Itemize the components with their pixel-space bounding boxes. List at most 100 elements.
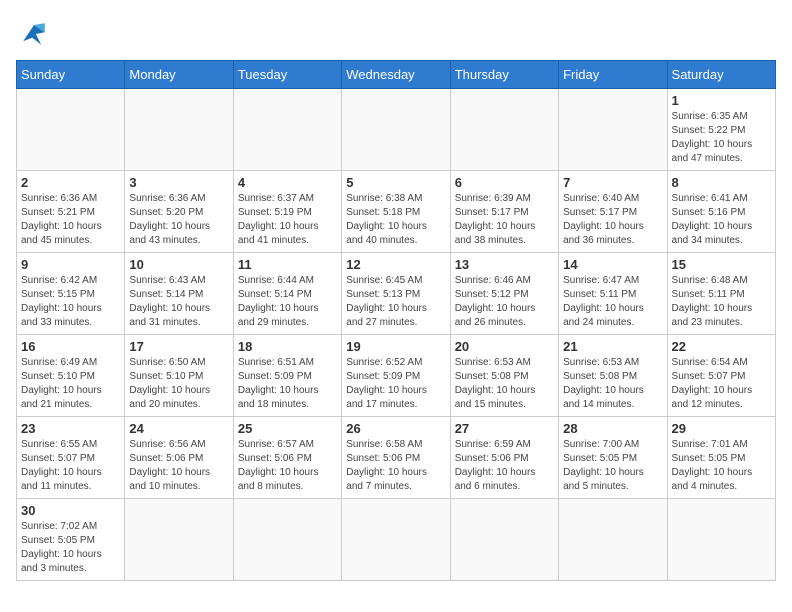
day-info: Sunrise: 6:42 AM Sunset: 5:15 PM Dayligh… bbox=[21, 274, 120, 330]
calendar-cell: 9 Sunrise: 6:42 AM Sunset: 5:15 PM Daylig… bbox=[17, 253, 125, 335]
calendar-week-row: 30 Sunrise: 7:02 AM Sunset: 5:05 PM Dayli… bbox=[17, 499, 776, 581]
calendar-cell: 14 Sunrise: 6:47 AM Sunset: 5:11 PM Dayli… bbox=[559, 253, 667, 335]
day-info: Sunrise: 6:49 AM Sunset: 5:10 PM Dayligh… bbox=[21, 356, 120, 412]
day-number: 24 bbox=[129, 421, 228, 436]
day-info: Sunrise: 7:01 AM Sunset: 5:05 PM Dayligh… bbox=[672, 438, 771, 494]
day-info: Sunrise: 6:54 AM Sunset: 5:07 PM Dayligh… bbox=[672, 356, 771, 412]
day-info: Sunrise: 6:51 AM Sunset: 5:09 PM Dayligh… bbox=[238, 356, 337, 412]
day-info: Sunrise: 6:36 AM Sunset: 5:21 PM Dayligh… bbox=[21, 192, 120, 248]
day-info: Sunrise: 6:50 AM Sunset: 5:10 PM Dayligh… bbox=[129, 356, 228, 412]
day-number: 5 bbox=[346, 175, 445, 190]
day-number: 30 bbox=[21, 503, 120, 518]
calendar-cell bbox=[125, 499, 233, 581]
day-number: 19 bbox=[346, 339, 445, 354]
calendar-cell: 7 Sunrise: 6:40 AM Sunset: 5:17 PM Daylig… bbox=[559, 171, 667, 253]
day-number: 29 bbox=[672, 421, 771, 436]
calendar-cell bbox=[125, 89, 233, 171]
day-info: Sunrise: 6:48 AM Sunset: 5:11 PM Dayligh… bbox=[672, 274, 771, 330]
weekday-header: Saturday bbox=[667, 61, 775, 89]
calendar-week-row: 23Sunrise: 6:55 AM Sunset: 5:07 PM Dayli… bbox=[17, 417, 776, 499]
day-info: Sunrise: 6:35 AM Sunset: 5:22 PM Dayligh… bbox=[672, 110, 771, 166]
calendar-cell: 29 Sunrise: 7:01 AM Sunset: 5:05 PM Dayli… bbox=[667, 417, 775, 499]
day-number: 6 bbox=[455, 175, 554, 190]
calendar-cell: 23Sunrise: 6:55 AM Sunset: 5:07 PM Dayli… bbox=[17, 417, 125, 499]
calendar-cell: 3Sunrise: 6:36 AM Sunset: 5:20 PM Daylig… bbox=[125, 171, 233, 253]
day-number: 8 bbox=[672, 175, 771, 190]
day-info: Sunrise: 6:53 AM Sunset: 5:08 PM Dayligh… bbox=[455, 356, 554, 412]
day-info: Sunrise: 7:00 AM Sunset: 5:05 PM Dayligh… bbox=[563, 438, 662, 494]
calendar-cell: 27Sunrise: 6:59 AM Sunset: 5:06 PM Dayli… bbox=[450, 417, 558, 499]
calendar-cell: 6Sunrise: 6:39 AM Sunset: 5:17 PM Daylig… bbox=[450, 171, 558, 253]
calendar-cell bbox=[233, 499, 341, 581]
day-info: Sunrise: 6:40 AM Sunset: 5:17 PM Dayligh… bbox=[563, 192, 662, 248]
day-number: 17 bbox=[129, 339, 228, 354]
day-info: Sunrise: 6:41 AM Sunset: 5:16 PM Dayligh… bbox=[672, 192, 771, 248]
day-info: Sunrise: 6:46 AM Sunset: 5:12 PM Dayligh… bbox=[455, 274, 554, 330]
calendar-cell: 22 Sunrise: 6:54 AM Sunset: 5:07 PM Dayli… bbox=[667, 335, 775, 417]
calendar-cell bbox=[450, 499, 558, 581]
calendar-cell: 21 Sunrise: 6:53 AM Sunset: 5:08 PM Dayli… bbox=[559, 335, 667, 417]
calendar-cell: 2 Sunrise: 6:36 AM Sunset: 5:21 PM Daylig… bbox=[17, 171, 125, 253]
day-number: 2 bbox=[21, 175, 120, 190]
day-number: 9 bbox=[21, 257, 120, 272]
calendar-cell bbox=[17, 89, 125, 171]
calendar-header: SundayMondayTuesdayWednesdayThursdayFrid… bbox=[17, 61, 776, 89]
day-info: Sunrise: 7:02 AM Sunset: 5:05 PM Dayligh… bbox=[21, 520, 120, 576]
day-info: Sunrise: 6:36 AM Sunset: 5:20 PM Dayligh… bbox=[129, 192, 228, 248]
day-number: 16 bbox=[21, 339, 120, 354]
calendar-week-row: 1Sunrise: 6:35 AM Sunset: 5:22 PM Daylig… bbox=[17, 89, 776, 171]
calendar-cell: 1Sunrise: 6:35 AM Sunset: 5:22 PM Daylig… bbox=[667, 89, 775, 171]
calendar-cell: 17 Sunrise: 6:50 AM Sunset: 5:10 PM Dayli… bbox=[125, 335, 233, 417]
calendar-cell bbox=[342, 499, 450, 581]
day-number: 21 bbox=[563, 339, 662, 354]
logo bbox=[16, 16, 56, 52]
page-header bbox=[16, 16, 776, 52]
day-number: 12 bbox=[346, 257, 445, 272]
calendar-cell bbox=[559, 89, 667, 171]
day-number: 23 bbox=[21, 421, 120, 436]
calendar-cell bbox=[233, 89, 341, 171]
calendar-week-row: 9 Sunrise: 6:42 AM Sunset: 5:15 PM Daylig… bbox=[17, 253, 776, 335]
calendar-cell: 13Sunrise: 6:46 AM Sunset: 5:12 PM Dayli… bbox=[450, 253, 558, 335]
day-number: 10 bbox=[129, 257, 228, 272]
calendar-cell: 4 Sunrise: 6:37 AM Sunset: 5:19 PM Daylig… bbox=[233, 171, 341, 253]
day-number: 7 bbox=[563, 175, 662, 190]
calendar-cell bbox=[667, 499, 775, 581]
weekday-header: Thursday bbox=[450, 61, 558, 89]
day-info: Sunrise: 6:53 AM Sunset: 5:08 PM Dayligh… bbox=[563, 356, 662, 412]
weekday-header: Friday bbox=[559, 61, 667, 89]
weekday-header: Wednesday bbox=[342, 61, 450, 89]
calendar-cell: 30 Sunrise: 7:02 AM Sunset: 5:05 PM Dayli… bbox=[17, 499, 125, 581]
calendar-cell: 20 Sunrise: 6:53 AM Sunset: 5:08 PM Dayli… bbox=[450, 335, 558, 417]
calendar-cell: 12 Sunrise: 6:45 AM Sunset: 5:13 PM Dayli… bbox=[342, 253, 450, 335]
calendar-cell: 5 Sunrise: 6:38 AM Sunset: 5:18 PM Daylig… bbox=[342, 171, 450, 253]
day-info: Sunrise: 6:47 AM Sunset: 5:11 PM Dayligh… bbox=[563, 274, 662, 330]
day-info: Sunrise: 6:37 AM Sunset: 5:19 PM Dayligh… bbox=[238, 192, 337, 248]
calendar-cell bbox=[559, 499, 667, 581]
day-number: 26 bbox=[346, 421, 445, 436]
day-number: 22 bbox=[672, 339, 771, 354]
calendar-cell: 15 Sunrise: 6:48 AM Sunset: 5:11 PM Dayli… bbox=[667, 253, 775, 335]
weekday-header: Sunday bbox=[17, 61, 125, 89]
weekday-header: Tuesday bbox=[233, 61, 341, 89]
calendar-cell: 18 Sunrise: 6:51 AM Sunset: 5:09 PM Dayli… bbox=[233, 335, 341, 417]
day-number: 14 bbox=[563, 257, 662, 272]
calendar-week-row: 16 Sunrise: 6:49 AM Sunset: 5:10 PM Dayli… bbox=[17, 335, 776, 417]
calendar-cell bbox=[450, 89, 558, 171]
day-number: 20 bbox=[455, 339, 554, 354]
day-info: Sunrise: 6:44 AM Sunset: 5:14 PM Dayligh… bbox=[238, 274, 337, 330]
day-info: Sunrise: 6:38 AM Sunset: 5:18 PM Dayligh… bbox=[346, 192, 445, 248]
calendar-cell: 26 Sunrise: 6:58 AM Sunset: 5:06 PM Dayli… bbox=[342, 417, 450, 499]
day-info: Sunrise: 6:45 AM Sunset: 5:13 PM Dayligh… bbox=[346, 274, 445, 330]
day-number: 4 bbox=[238, 175, 337, 190]
calendar-table: SundayMondayTuesdayWednesdayThursdayFrid… bbox=[16, 60, 776, 581]
weekday-header: Monday bbox=[125, 61, 233, 89]
day-number: 15 bbox=[672, 257, 771, 272]
calendar-cell: 24Sunrise: 6:56 AM Sunset: 5:06 PM Dayli… bbox=[125, 417, 233, 499]
calendar-cell: 10 Sunrise: 6:43 AM Sunset: 5:14 PM Dayli… bbox=[125, 253, 233, 335]
day-number: 18 bbox=[238, 339, 337, 354]
day-info: Sunrise: 6:58 AM Sunset: 5:06 PM Dayligh… bbox=[346, 438, 445, 494]
day-number: 28 bbox=[563, 421, 662, 436]
calendar-cell: 28 Sunrise: 7:00 AM Sunset: 5:05 PM Dayli… bbox=[559, 417, 667, 499]
day-info: Sunrise: 6:43 AM Sunset: 5:14 PM Dayligh… bbox=[129, 274, 228, 330]
